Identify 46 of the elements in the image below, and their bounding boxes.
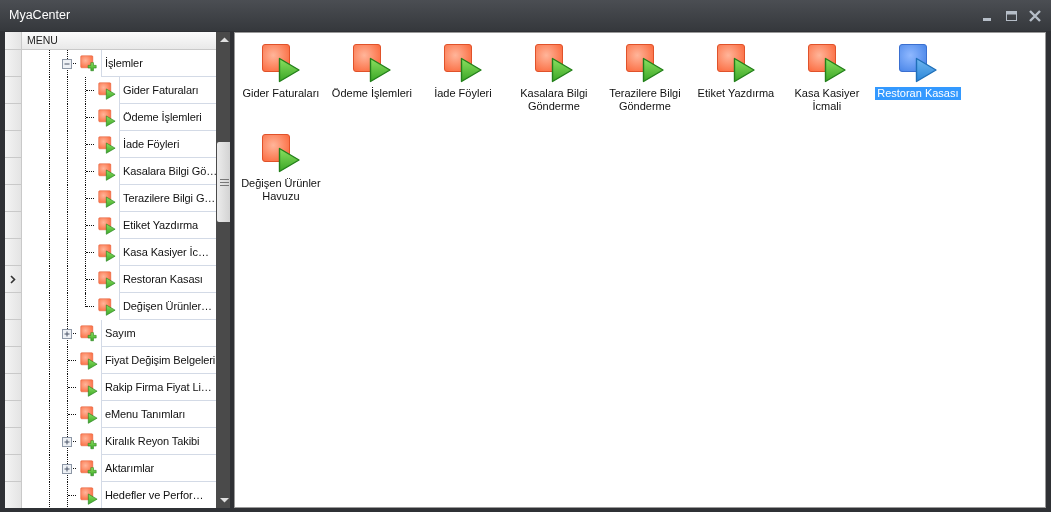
module-play-icon <box>260 133 301 173</box>
module-play-icon <box>260 43 301 83</box>
launcher-item[interactable]: Gider Faturaları <box>235 43 327 133</box>
module-add-icon <box>80 324 98 343</box>
scrollbar[interactable] <box>216 32 231 508</box>
module-play-icon <box>442 43 483 83</box>
module-play-icon <box>715 43 756 83</box>
module-play-icon <box>98 189 116 208</box>
module-play-icon <box>98 243 116 262</box>
module-play-icon <box>98 108 116 127</box>
module-play-icon <box>806 43 847 83</box>
chevron-right-icon <box>10 274 16 284</box>
module-play-icon <box>98 270 116 289</box>
module-play-icon <box>351 43 392 83</box>
module-play-icon <box>80 378 98 397</box>
module-play-icon <box>897 43 938 83</box>
expand-icon[interactable] <box>62 464 72 474</box>
window-title: MyaCenter <box>9 7 71 25</box>
collapse-icon[interactable] <box>62 59 72 69</box>
module-play-icon <box>98 162 116 181</box>
grip-icon <box>220 178 229 186</box>
module-play-icon <box>98 81 116 100</box>
module-play-icon <box>624 43 665 83</box>
launcher-item[interactable]: Kasa Kasiyer İcmali <box>781 43 873 133</box>
module-add-icon <box>80 54 98 73</box>
module-play-icon <box>98 216 116 235</box>
expand-icon[interactable] <box>62 437 72 447</box>
module-play-icon <box>80 351 98 370</box>
module-add-icon <box>80 432 98 451</box>
corner-cell <box>5 32 22 50</box>
launcher-item[interactable]: İade Föyleri <box>417 43 509 133</box>
expand-icon[interactable] <box>62 329 72 339</box>
module-play-icon <box>98 297 116 316</box>
launcher-item[interactable]: Ödeme İşlemleri <box>326 43 418 133</box>
module-play-icon <box>533 43 574 83</box>
module-play-icon <box>80 486 98 505</box>
module-play-icon <box>98 135 116 154</box>
row-indicator[interactable] <box>5 266 22 293</box>
column-header[interactable]: MENU <box>22 32 216 50</box>
scrollbar-thumb[interactable] <box>217 142 231 222</box>
launcher-item[interactable]: Değişen Ürünler Havuzu <box>235 133 327 223</box>
module-play-icon <box>80 405 98 424</box>
module-add-icon <box>80 459 98 478</box>
launcher-item[interactable]: Etiket Yazdırma <box>690 43 782 133</box>
launcher-item[interactable]: Kasalara Bilgi Gönderme <box>508 43 600 133</box>
launcher-item[interactable]: Terazilere Bilgi Gönderme <box>599 43 691 133</box>
